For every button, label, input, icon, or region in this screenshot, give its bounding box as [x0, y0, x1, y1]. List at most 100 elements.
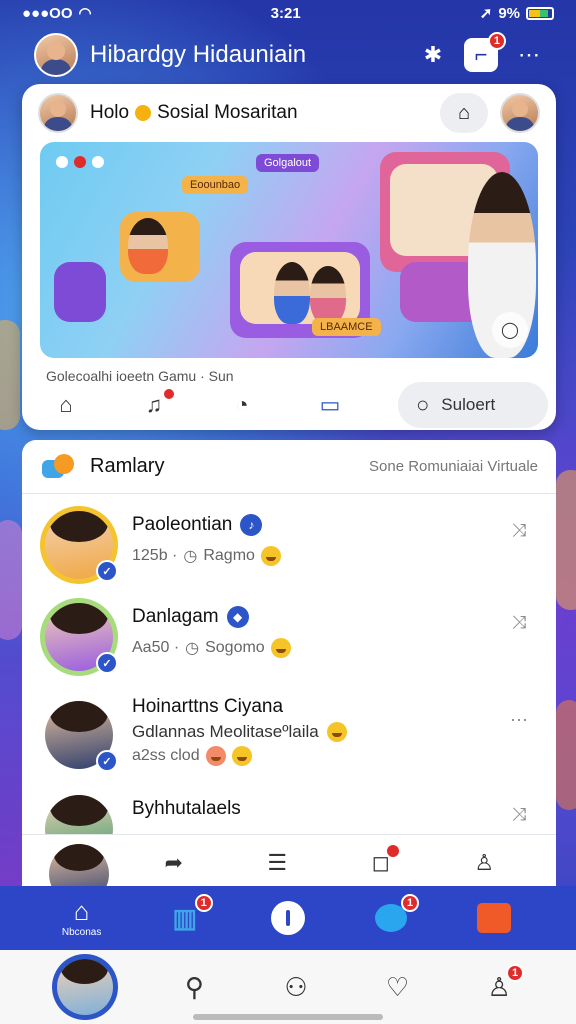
list-item-body: Hoinarttns Ciyana Gdlannas Meolitaseºlai… [132, 696, 504, 766]
hero-label: LBAAMCE [312, 318, 381, 336]
post-author-avatar[interactable] [38, 93, 78, 133]
list-item-body: Byhhutalaels [132, 790, 504, 820]
more-icon[interactable]: ⋯ [512, 38, 546, 72]
person-icon[interactable]: ♙ [464, 843, 504, 883]
list-item[interactable]: ✓ Danlagam ◆ Aa50 · ◷ Sogomo ⤨ [22, 598, 556, 676]
user-name: Paoleontian ♪ [132, 514, 504, 536]
location-icon: ➚ [479, 5, 493, 22]
hero-dot [74, 156, 86, 168]
tab-media[interactable] [464, 890, 524, 946]
user-name-text: Danlagam [132, 606, 219, 627]
post-title-rest: Sosial Mosaritan [157, 102, 298, 123]
shuffle-icon[interactable]: ⤨ [504, 598, 534, 633]
panel-subtitle[interactable]: Sone Romuniaiai Virtuale [369, 458, 538, 475]
timer-icon[interactable]: ◔ [222, 385, 262, 425]
user-meta: 125b · ◷ Ragmo [132, 546, 504, 566]
list-item-body: Danlagam ◆ Aa50 · ◷ Sogomo [132, 598, 504, 658]
wifi-icon: ◠ [78, 5, 92, 22]
tab-messages[interactable]: 1 [361, 890, 421, 946]
home-outline-icon: ⌂ [457, 101, 471, 124]
puzzle-icon[interactable]: ✱ [416, 38, 450, 72]
panel-title: Ramlary [90, 455, 165, 477]
search-icon[interactable]: ⚲ [169, 962, 219, 1012]
carrier-signal: ●●●OO [22, 4, 73, 22]
profile-avatar[interactable] [34, 33, 78, 77]
square-bell-icon[interactable]: ⌐ 1 [464, 32, 506, 72]
hero-person [274, 262, 310, 324]
chat-group-icon [42, 452, 78, 482]
user-name: Danlagam ◆ [132, 606, 504, 628]
bg-decoration [556, 700, 576, 810]
meta-text: a2ss clod [132, 747, 200, 764]
music-note-icon[interactable]: ♫ [134, 385, 176, 425]
home-outline-button[interactable]: ⌂ [440, 93, 488, 133]
post-hero-image[interactable]: Golgalout Eoounbao LBAAMCE ◯ [40, 142, 538, 358]
hero-dots [56, 156, 104, 168]
hero-label: Golgalout [256, 154, 320, 172]
user-meta: Aa50 · ◷ Sogomo [132, 638, 504, 658]
comment-icon[interactable]: ◻ [361, 842, 401, 883]
user-name: Byhhutalaels [132, 798, 504, 820]
more-icon[interactable]: ⋯ [504, 696, 534, 731]
app-title: Hibardgy Hidauniain [90, 41, 307, 68]
heart-icon[interactable]: ♡ [373, 962, 423, 1012]
search-icon: ○ [416, 392, 430, 417]
hero-dot [56, 156, 68, 168]
shuffle-icon[interactable]: ⤨ [504, 506, 534, 541]
tab-badge: 1 [401, 894, 420, 912]
emoji-icon [205, 746, 226, 766]
current-user-avatar[interactable] [44, 839, 114, 890]
friends-icon[interactable]: ⚇ [271, 962, 321, 1012]
frame-glyph: ⌐ [474, 42, 488, 67]
power-icon [270, 901, 305, 935]
battery-percent: 9% [498, 4, 520, 22]
app-badge-icon: ◆ [226, 606, 249, 628]
share-icon[interactable]: ➦ [154, 843, 194, 883]
notification-badge: 1 [487, 32, 506, 50]
user-avatar[interactable]: ✓ [40, 506, 118, 584]
clock-icon: ◷ [183, 548, 198, 565]
shuffle-icon[interactable]: ⤨ [504, 790, 534, 825]
verified-badge: ✓ [96, 750, 118, 772]
bottom-nav: ⚲ ⚇ ♡ ♙ 1 [0, 950, 576, 1024]
profile-badge: 1 [506, 964, 525, 982]
hero-person [310, 266, 346, 324]
avatar-face [49, 844, 109, 890]
search-button[interactable]: ○ Suloert [398, 382, 548, 428]
hero-bag [54, 262, 106, 322]
post-title-first: Holo [90, 102, 130, 123]
hero-dot [92, 156, 104, 168]
tab-apps[interactable]: ▥ 1 [155, 890, 215, 946]
home-icon: ⌂ [73, 896, 90, 926]
post-actions: ⌂ ♫ ◔ ▭ ○ Suloert [38, 380, 548, 430]
bg-decoration [0, 520, 22, 640]
meta-count: Aa50 · [132, 639, 180, 656]
me-avatar[interactable] [51, 954, 118, 1020]
user-avatar[interactable]: ✓ [40, 696, 118, 774]
battery-icon [526, 6, 554, 20]
tab-home[interactable]: ⌂ Nbconas [52, 890, 112, 946]
chat-bubble-icon[interactable]: ◯ [492, 312, 528, 348]
search-label: Suloert [441, 395, 496, 414]
home-icon[interactable]: ⌂ [46, 385, 86, 425]
profile-icon[interactable]: ♙ 1 [474, 962, 525, 1012]
user-avatar[interactable]: ✓ [40, 598, 118, 676]
media-icon [477, 903, 512, 933]
list-item[interactable]: ✓ Hoinarttns Ciyana Gdlannas Meolitaseºl… [22, 696, 556, 774]
list-item-body: Paoleontian ♪ 125b · ◷ Ragmo [132, 506, 504, 566]
verified-badge: ✓ [96, 560, 118, 582]
list-icon[interactable]: ☰ [257, 843, 297, 883]
user-name-text: Hoinarttns Ciyana [132, 696, 284, 717]
gift-icon[interactable]: ▭ [310, 385, 350, 425]
user-name-text: Paoleontian [132, 514, 233, 535]
list-item[interactable]: ✓ Paoleontian ♪ 125b · ◷ Ragmo ⤨ [22, 506, 556, 584]
hero-person [128, 218, 168, 274]
post-header: Holo Sosial Mosaritan ⌂ [22, 84, 556, 136]
friend-avatar[interactable] [500, 93, 540, 133]
status-time: 3:21 [270, 4, 301, 22]
tab-power[interactable] [258, 890, 318, 946]
app-header: Hibardgy Hidauniain ✱ ⌐ 1 ⋯ [0, 30, 576, 80]
user-meta: a2ss clod [132, 746, 504, 766]
meta-time: Sogomo [205, 639, 265, 656]
hero-label: Eoounbao [182, 176, 249, 194]
